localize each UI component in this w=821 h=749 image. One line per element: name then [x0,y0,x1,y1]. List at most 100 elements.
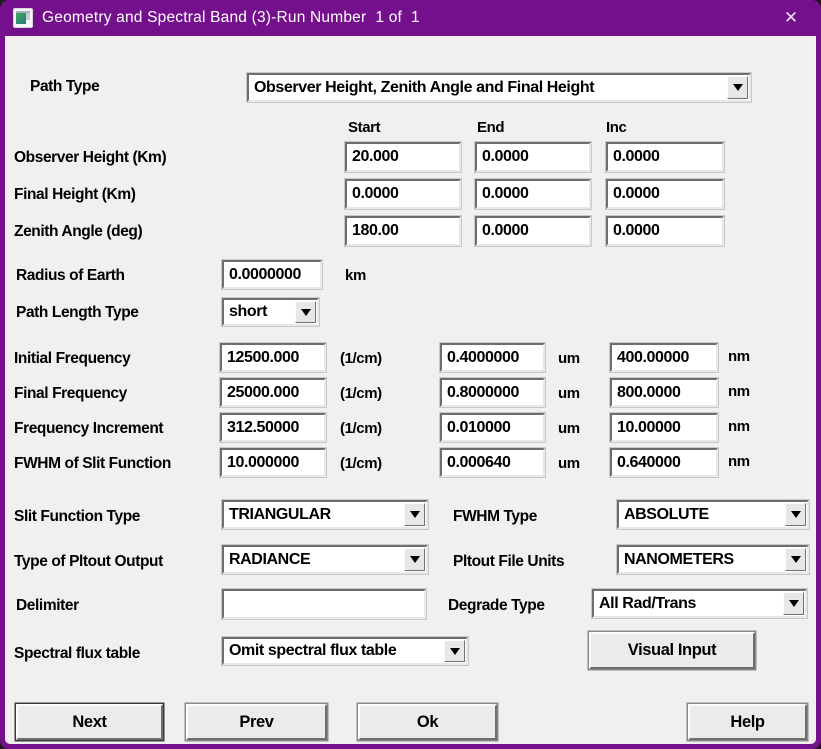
final-frequency-label: Final Frequency [14,385,127,403]
path-type-value: Observer Height, Zenith Angle and Final … [249,76,726,100]
zenith-angle-end-input[interactable] [475,216,591,246]
fwhm-type-label: FWHM Type [453,508,537,526]
chevron-down-icon [410,556,420,563]
next-button[interactable]: Next [16,704,163,740]
final-frequency-um-input[interactable] [440,378,545,407]
frequency-increment-nm-unit: nm [728,418,750,435]
degrade-type-combo[interactable]: All Rad/Trans [592,589,807,618]
spectral-flux-dropdown-button[interactable] [444,640,465,662]
path-length-type-dropdown-button[interactable] [295,301,316,323]
zenith-angle-inc-input[interactable] [606,216,724,246]
zenith-angle-start-input[interactable] [345,216,461,246]
path-type-dropdown-button[interactable] [727,76,748,99]
frequency-increment-um-input[interactable] [440,413,545,442]
app-icon [13,8,33,28]
pltout-output-combo[interactable]: RADIANCE [222,545,428,574]
delimiter-label: Delimiter [16,597,79,615]
pltout-output-value: RADIANCE [224,548,403,572]
zenith-angle-label: Zenith Angle (deg) [14,223,142,241]
fwhm-slit-cm-input[interactable] [220,448,326,477]
final-height-label: Final Height (Km) [14,186,136,204]
slit-function-type-dropdown-button[interactable] [404,503,425,526]
chevron-down-icon [791,556,801,563]
pltout-output-dropdown-button[interactable] [404,548,425,571]
initial-frequency-label: Initial Frequency [14,350,130,368]
dialog-window: Geometry and Spectral Band (3)-Run Numbe… [0,0,821,749]
observer-height-start-input[interactable] [345,142,461,172]
fwhm-slit-label: FWHM of Slit Function [14,455,171,473]
path-type-combo[interactable]: Observer Height, Zenith Angle and Final … [247,73,751,102]
delimiter-input[interactable] [222,589,426,619]
path-length-type-value: short [224,300,294,324]
app-icon-panel-part [26,13,30,20]
ok-button[interactable]: Ok [358,704,497,740]
chevron-down-icon [789,600,799,607]
pltout-output-label: Type of Pltout Output [14,553,163,571]
pltout-units-label: Pltout File Units [453,553,564,571]
spectral-flux-value: Omit spectral flux table [224,639,443,663]
final-height-end-input[interactable] [475,179,591,209]
initial-frequency-um-input[interactable] [440,343,545,372]
slit-function-type-combo[interactable]: TRIANGULAR [222,500,428,529]
pltout-units-combo[interactable]: NANOMETERS [617,545,809,574]
initial-frequency-nm-unit: nm [728,348,750,365]
title-bar[interactable]: Geometry and Spectral Band (3)-Run Numbe… [0,0,821,36]
spectral-flux-label: Spectral flux table [14,645,140,663]
fwhm-type-value: ABSOLUTE [619,503,784,527]
path-length-type-combo[interactable]: short [222,298,319,326]
initial-frequency-cm-input[interactable] [220,343,326,372]
fwhm-slit-nm-unit: nm [728,453,750,470]
frequency-increment-cm-unit: (1/cm) [340,420,382,437]
observer-height-label: Observer Height (Km) [14,149,166,167]
prev-button[interactable]: Prev [186,704,327,740]
window-title: Geometry and Spectral Band (3)-Run Numbe… [42,0,420,36]
end-column-header: End [477,119,504,136]
spectral-flux-combo[interactable]: Omit spectral flux table [222,637,468,665]
help-button[interactable]: Help [688,704,807,740]
frequency-increment-nm-input[interactable] [610,413,718,442]
path-length-type-label: Path Length Type [16,304,138,322]
inc-column-header: Inc [606,119,626,136]
fwhm-slit-cm-unit: (1/cm) [340,455,382,472]
visual-input-button[interactable]: Visual Input [589,632,755,669]
pltout-units-value: NANOMETERS [619,548,784,572]
chevron-down-icon [450,648,460,655]
initial-frequency-cm-unit: (1/cm) [340,350,382,367]
chevron-down-icon [733,84,743,91]
chevron-down-icon [301,309,311,316]
final-height-start-input[interactable] [345,179,461,209]
observer-height-inc-input[interactable] [606,142,724,172]
start-column-header: Start [348,119,380,136]
fwhm-type-dropdown-button[interactable] [785,503,806,526]
final-frequency-um-unit: um [558,385,580,402]
degrade-type-dropdown-button[interactable] [783,592,804,615]
close-icon[interactable]: ✕ [769,0,813,36]
final-frequency-cm-input[interactable] [220,378,326,407]
observer-height-end-input[interactable] [475,142,591,172]
chevron-down-icon [410,511,420,518]
slit-function-type-label: Slit Function Type [14,508,140,526]
fwhm-type-combo[interactable]: ABSOLUTE [617,500,809,529]
final-height-inc-input[interactable] [606,179,724,209]
fwhm-slit-um-input[interactable] [440,448,545,477]
final-frequency-nm-input[interactable] [610,378,718,407]
radius-of-earth-unit: km [345,267,366,284]
slit-function-type-value: TRIANGULAR [224,503,403,527]
degrade-type-value: All Rad/Trans [594,592,782,616]
pltout-units-dropdown-button[interactable] [785,548,806,571]
frequency-increment-cm-input[interactable] [220,413,326,442]
final-frequency-nm-unit: nm [728,383,750,400]
frequency-increment-label: Frequency Increment [14,420,163,438]
path-type-label: Path Type [30,78,99,96]
radius-of-earth-label: Radius of Earth [16,267,125,285]
degrade-type-label: Degrade Type [448,597,545,615]
app-icon-plot-part [16,13,26,24]
initial-frequency-um-unit: um [558,350,580,367]
chevron-down-icon [791,511,801,518]
fwhm-slit-um-unit: um [558,455,580,472]
final-frequency-cm-unit: (1/cm) [340,385,382,402]
frequency-increment-um-unit: um [558,420,580,437]
initial-frequency-nm-input[interactable] [610,343,718,372]
fwhm-slit-nm-input[interactable] [610,448,718,477]
radius-of-earth-input[interactable] [222,260,322,289]
